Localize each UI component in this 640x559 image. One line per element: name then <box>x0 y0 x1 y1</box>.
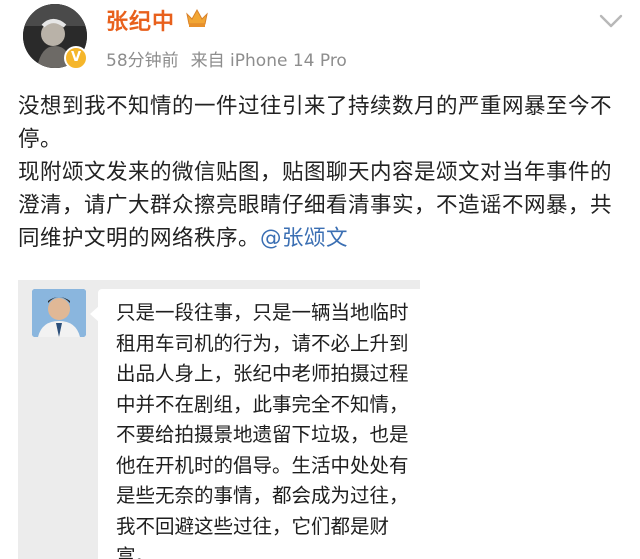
chat-avatar <box>32 289 86 337</box>
chat-line: 他在开机时的倡导。生活中处处有 <box>116 453 409 477</box>
chat-line: 我不回避这些过往，它们都是财 <box>116 514 390 538</box>
chat-line: 中并不在剧组，此事完全不知情， <box>116 392 409 416</box>
chat-line: 租用车司机的行为，请不必上升到 <box>116 331 409 355</box>
post-body: 没想到我不知情的一件过往引来了持续数月的严重网暴至今不停。 现附颂文发来的微信贴… <box>18 90 628 255</box>
post-paragraph: 没想到我不知情的一件过往引来了持续数月的严重网暴至今不停。 <box>18 94 613 152</box>
chat-line: 只是一段往事，只是一辆当地临时 <box>116 301 409 324</box>
chat-line: 富。 <box>116 545 156 559</box>
post-meta: 58分钟前 来自 iPhone 14 Pro <box>106 46 347 71</box>
post-time: 58分钟前 <box>106 51 179 71</box>
chat-line: 出品人身上，张纪中老师拍摄过程 <box>116 362 409 385</box>
chevron-down-icon[interactable] <box>598 12 624 30</box>
chat-line: 不要给拍摄景地遗留下垃圾，也是 <box>116 423 409 446</box>
mention-link[interactable]: @张颂文 <box>260 226 348 251</box>
post-source: 来自 iPhone 14 Pro <box>190 51 347 71</box>
crown-icon <box>186 8 208 27</box>
embedded-chat-image[interactable]: 只是一段往事，只是一辆当地临时 租用车司机的行为，请不必上升到 出品人身上，张纪… <box>18 280 420 559</box>
verified-badge-icon: V <box>64 46 88 70</box>
chat-line: 是些无奈的事情，都会成为过往， <box>116 484 409 507</box>
post-paragraph: 现附颂文发来的微信贴图，贴图聊天内容是颂文对当年事件的澄清，请广大群众擦亮眼睛仔… <box>18 160 613 251</box>
author-name[interactable]: 张纪中 <box>106 4 175 36</box>
chat-message: 只是一段往事，只是一辆当地临时 租用车司机的行为，请不必上升到 出品人身上，张纪… <box>116 298 420 559</box>
